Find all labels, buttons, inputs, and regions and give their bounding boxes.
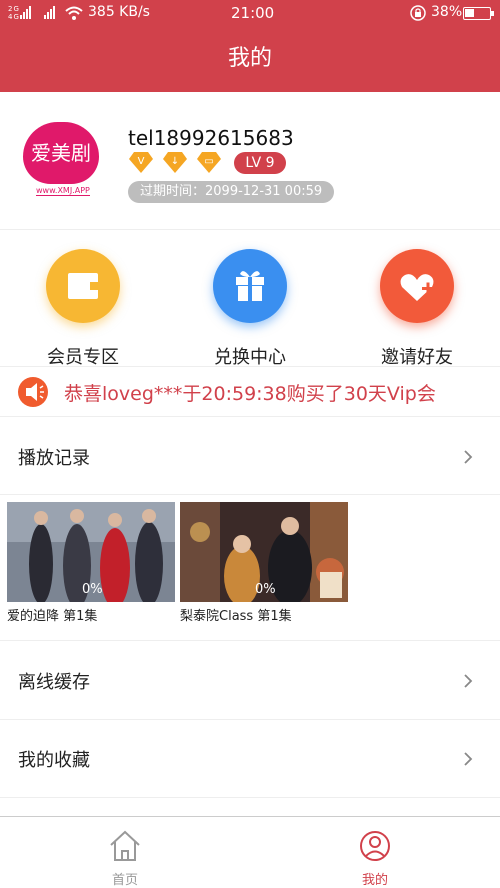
vip-badge-text: V [138, 156, 145, 167]
wifi-icon [65, 6, 83, 20]
screen-badge-text: ▭ [204, 156, 213, 167]
tab-profile-label: 我的 [361, 873, 388, 888]
svg-text:2G: 2G [8, 5, 20, 13]
watch-progress: 0% [82, 582, 103, 597]
gift-icon [213, 249, 287, 323]
tab-bar: 首页 我的 [0, 816, 500, 888]
avatar-logo: 爱美剧 [23, 122, 99, 184]
download-badge-text: ↓ [171, 156, 179, 167]
offline-cache-row[interactable]: 离线缓存 [0, 642, 500, 720]
redeem-center-button[interactable]: 兑换中心 [195, 249, 305, 368]
tab-home-label: 首页 [111, 873, 138, 888]
clock: 21:00 [231, 4, 275, 22]
play-history-label: 播放记录 [18, 448, 90, 469]
gift-glyph [236, 271, 264, 301]
chevron-right-icon [464, 450, 473, 464]
watch-progress: 0% [255, 582, 276, 597]
offline-cache-label: 离线缓存 [18, 672, 90, 693]
speaker-icon [18, 377, 48, 407]
download-badge-icon: ↓ [163, 152, 187, 173]
invite-friends-button[interactable]: 邀请好友 [362, 249, 472, 368]
vip-zone-label: 会员专区 [47, 347, 119, 368]
chevron-right-icon [464, 752, 473, 766]
battery-percent: 38% [431, 4, 463, 20]
avatar[interactable]: 爱美剧 www.XMJ.APP [20, 122, 102, 204]
screen-badge-icon: ▭ [197, 152, 221, 173]
level-badge: LV 9 [234, 152, 286, 174]
profile-icon [360, 831, 390, 861]
heart-plus-icon [380, 249, 454, 323]
redeem-center-label: 兑换中心 [214, 347, 286, 368]
page-title: 我的 [0, 26, 500, 92]
svg-text:4G: 4G [8, 13, 20, 20]
history-title: 爱的迫降 第1集 [7, 609, 98, 624]
network-speed: 385 KB/s [88, 4, 150, 20]
tab-profile[interactable]: 我的 [335, 825, 415, 888]
quick-actions: 会员专区 兑换中心 邀请好友 [0, 231, 500, 368]
favorites-label: 我的收藏 [18, 750, 90, 771]
divider [0, 494, 500, 495]
invite-friends-label: 邀请好友 [381, 347, 453, 368]
expire-time: 过期时间：2099-12-31 00:59 [128, 181, 335, 203]
signal-icon: 2G 4G [8, 5, 55, 21]
battery-icon [463, 7, 494, 20]
play-history-row[interactable]: 播放记录 [0, 418, 500, 496]
avatar-url: www.XMJ.APP [36, 186, 90, 196]
signal-indicator: 2G 4G [8, 4, 58, 22]
home-icon [110, 830, 140, 861]
heart-glyph [400, 274, 434, 301]
history-title: 梨泰院Class 第1集 [180, 609, 292, 624]
history-list: 0% 爱的迫降 第1集 0% 梨泰院Class 第1集 [0, 500, 500, 641]
wallet-icon [46, 249, 120, 323]
tab-home[interactable]: 首页 [85, 825, 165, 888]
username: tel18992615683 [128, 126, 294, 150]
favorites-row[interactable]: 我的收藏 [0, 720, 500, 798]
notice-text: 恭喜loveg***于20:59:38购买了30天Vip会 [64, 383, 436, 405]
speaker-glyph [26, 383, 44, 401]
wallet-glyph [68, 273, 98, 299]
purchase-notice[interactable]: 恭喜loveg***于20:59:38购买了30天Vip会 [0, 367, 500, 417]
vip-zone-button[interactable]: 会员专区 [28, 249, 138, 368]
rotation-lock-icon [410, 5, 426, 21]
vip-badge-icon: V [129, 152, 153, 173]
status-bar: 2G 4G 385 KB/s 21:00 38% [0, 0, 500, 26]
chevron-right-icon [464, 674, 473, 688]
battery-level [465, 9, 474, 17]
